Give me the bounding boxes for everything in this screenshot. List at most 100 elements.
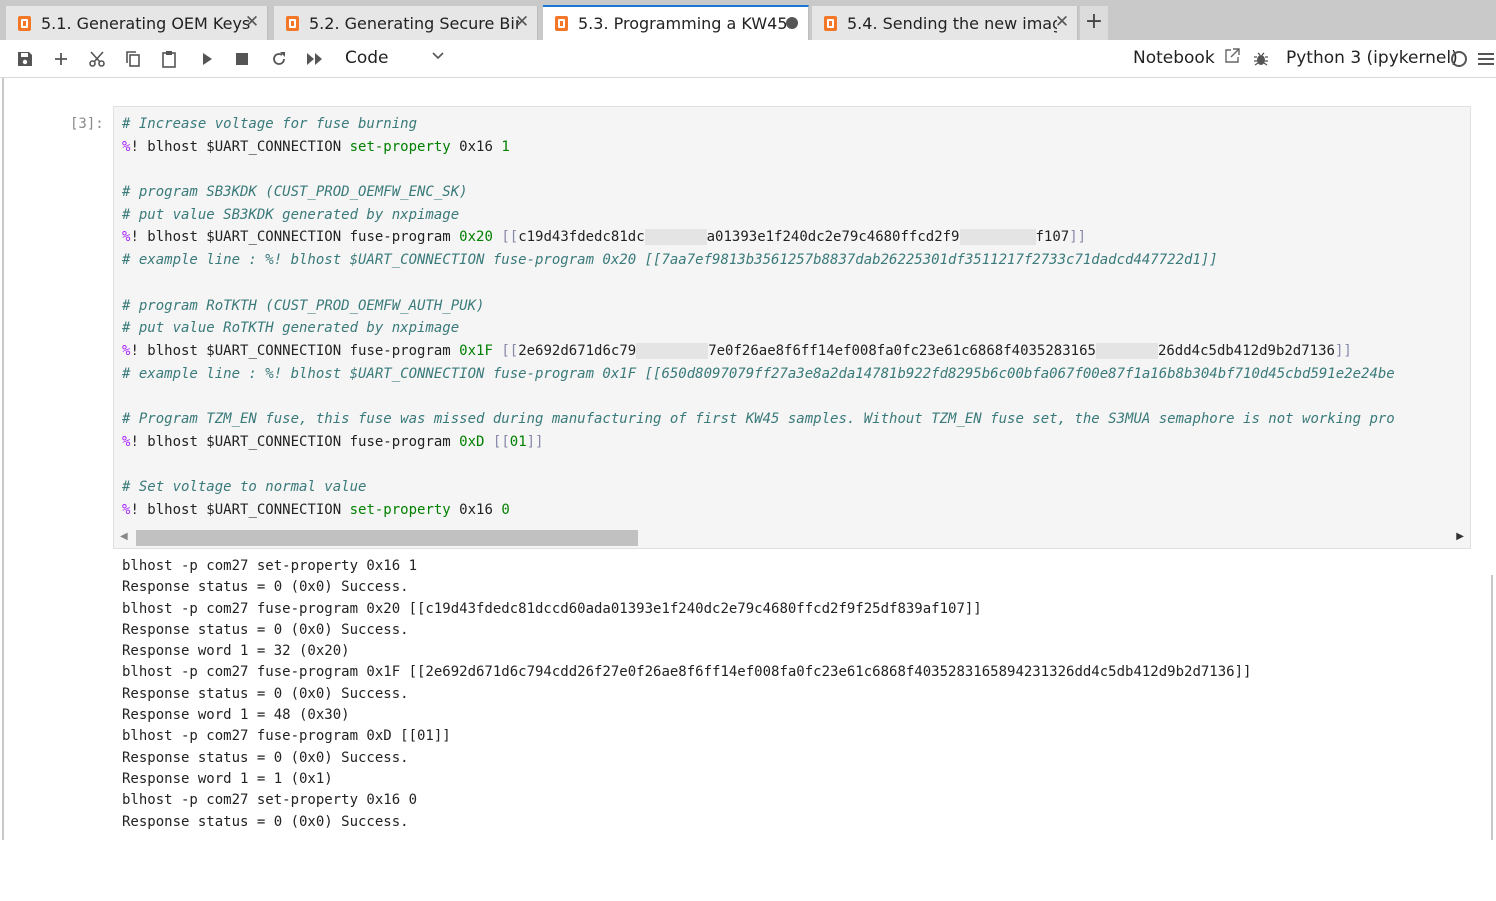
fuse-value: 2e692d671d6c79 — [518, 342, 637, 359]
kernel-status-icon — [1451, 51, 1467, 67]
notebook-label: Notebook — [1133, 48, 1215, 68]
code-line: # put value SB3KDK generated by nxpimage — [122, 204, 1395, 227]
code-line: # example line : %! blhost $UART_CONNECT… — [122, 363, 1395, 386]
tab-generating-oem-keys[interactable]: 5.1. Generating OEM Keys ✕ — [6, 6, 268, 40]
fuse-value: a01393e1f240dc2e79c4680ffcd2f9 — [706, 229, 960, 246]
code-command: ! blhost $UART_CONNECTION — [130, 138, 350, 155]
fuse-address: 0x1F — [459, 342, 493, 359]
close-icon[interactable]: ✕ — [243, 11, 261, 33]
horizontal-scrollbar[interactable]: ◀ ▶ — [114, 528, 1470, 548]
code-bracket: ]] — [526, 433, 544, 450]
code-keyword: set-property — [349, 138, 451, 155]
copy-icon[interactable] — [122, 48, 144, 70]
close-icon[interactable]: ✕ — [1053, 11, 1071, 33]
tab-label: 5.3. Programming a KW45 — [578, 14, 788, 33]
redacted-block — [959, 229, 1036, 246]
output-line: Response status = 0 (0x0) Success. — [122, 749, 409, 766]
code-bracket: [[ — [484, 433, 510, 450]
code-number: 1 — [501, 138, 510, 155]
code-bracket: ]] — [1069, 229, 1087, 246]
notebook-icon — [555, 16, 568, 31]
output-line: Response status = 0 (0x0) Success. — [122, 621, 409, 638]
redacted-block — [636, 342, 709, 359]
tab-sending-new-image[interactable]: 5.4. Sending the new imag ✕ — [812, 6, 1078, 40]
code-line: # program SB3KDK (CUST_PROD_OEMFW_ENC_SK… — [122, 181, 1395, 204]
code-command: ! blhost $UART_CONNECTION — [130, 501, 350, 518]
cell-output: blhost -p com27 set-property 0x16 1 Respo… — [122, 556, 1251, 833]
save-icon[interactable] — [14, 48, 36, 70]
fuse-value: 26dd4c5db412d9b2d7136 — [1157, 342, 1335, 359]
code-command: ! blhost $UART_CONNECTION fuse-program — [130, 433, 460, 450]
add-icon[interactable] — [50, 48, 72, 70]
code-comment: # program RoTKTH (CUST_PROD_OEMFW_AUTH_P… — [122, 297, 485, 314]
notebook-toolbar: Code Notebook Python 3 (ipykernel) — [0, 40, 1496, 78]
redacted-block — [644, 229, 707, 246]
close-icon[interactable]: ✕ — [513, 11, 531, 33]
bug-icon[interactable] — [1250, 48, 1272, 70]
tab-generating-secure-bin[interactable]: 5.2. Generating Secure Bin ✕ — [274, 6, 538, 40]
notebook-icon — [18, 15, 31, 31]
output-line: blhost -p com27 fuse-program 0x20 [[c19d… — [122, 600, 982, 617]
code-args: 0x16 — [450, 501, 502, 518]
code-line: %! blhost $UART_CONNECTION fuse-program … — [122, 226, 1395, 249]
open-notebook-link[interactable]: Notebook — [1133, 48, 1240, 68]
menu-icon[interactable] — [1478, 51, 1494, 65]
tab-label: 5.1. Generating OEM Keys — [41, 13, 251, 33]
code-line: %! blhost $UART_CONNECTION fuse-program … — [122, 431, 1395, 454]
code-line: # example line : %! blhost $UART_CONNECT… — [122, 249, 1395, 272]
cell-type-select[interactable]: Code — [345, 48, 389, 68]
code-lines: # Increase voltage for fuse burning %! bl… — [122, 113, 1395, 521]
code-comment: # put value SB3KDK generated by nxpimage — [122, 206, 460, 223]
scroll-left-icon[interactable]: ◀ — [120, 531, 128, 542]
scrollbar-thumb[interactable] — [136, 530, 638, 546]
code-comment: # put value RoTKTH generated by nxpimage — [122, 320, 460, 337]
notebook-icon — [824, 15, 837, 31]
notebook-right-border — [1491, 575, 1493, 840]
code-comment: # example line : %! blhost $UART_CONNECT… — [122, 252, 1218, 269]
code-command: ! blhost $UART_CONNECTION fuse-program — [130, 229, 460, 246]
code-comment: # program SB3KDK (CUST_PROD_OEMFW_ENC_SK… — [122, 184, 468, 201]
scroll-right-icon[interactable]: ▶ — [1456, 531, 1464, 542]
output-line: Response status = 0 (0x0) Success. — [122, 813, 409, 830]
restart-icon[interactable] — [268, 48, 290, 70]
code-line: %! blhost $UART_CONNECTION fuse-program … — [122, 340, 1395, 363]
code-line: # Increase voltage for fuse burning — [122, 113, 1395, 136]
tab-programming-kw45[interactable]: 5.3. Programming a KW45 — [543, 5, 809, 40]
tab-label: 5.4. Sending the new imag — [847, 13, 1057, 33]
tab-label: 5.2. Generating Secure Bin — [309, 13, 519, 33]
code-cell-editor[interactable]: # Increase voltage for fuse burning %! bl… — [113, 106, 1471, 549]
code-bracket: ]] — [1334, 342, 1352, 359]
fast-forward-icon[interactable] — [304, 48, 326, 70]
code-args: 0x16 — [450, 138, 502, 155]
output-line: blhost -p com27 fuse-program 0x1F [[2e69… — [122, 664, 1252, 681]
chevron-down-icon[interactable] — [432, 50, 444, 66]
fuse-value: 7e0f26ae8f6ff14ef008fa0fc23e61c6868f4035… — [708, 342, 1096, 359]
output-line: blhost -p com27 set-property 0x16 1 — [122, 558, 418, 574]
page-bottom — [0, 840, 1496, 901]
output-line: blhost -p com27 set-property 0x16 0 — [122, 792, 418, 809]
code-line: %! blhost $UART_CONNECTION set-property … — [122, 499, 1395, 522]
code-bracket: [[ — [492, 229, 519, 246]
fuse-value: f107 — [1035, 229, 1070, 246]
cut-icon[interactable] — [86, 48, 108, 70]
run-icon[interactable] — [196, 48, 218, 70]
redacted-block — [1095, 342, 1158, 359]
add-tab-button[interactable]: + — [1080, 6, 1108, 40]
code-line: # Program TZM_EN fuse, this fuse was mis… — [122, 408, 1395, 431]
stop-icon[interactable] — [231, 48, 253, 70]
output-line: blhost -p com27 fuse-program 0xD [[01]] — [122, 728, 451, 745]
kernel-name[interactable]: Python 3 (ipykernel) — [1286, 48, 1458, 68]
paste-icon[interactable] — [158, 48, 180, 70]
output-line: Response status = 0 (0x0) Success. — [122, 685, 409, 702]
code-number: 0 — [501, 501, 510, 518]
unsaved-dot-icon[interactable] — [786, 17, 798, 29]
output-line: Response word 1 = 1 (0x1) — [122, 770, 333, 787]
output-line: Response word 1 = 48 (0x30) — [122, 707, 350, 724]
fuse-address: 0x20 — [459, 229, 493, 246]
code-comment: # Increase voltage for fuse burning — [122, 116, 418, 132]
fuse-address: 0xD — [459, 433, 485, 450]
output-line: Response status = 0 (0x0) Success. — [122, 579, 409, 596]
code-comment: # Program TZM_EN fuse, this fuse was mis… — [122, 410, 1395, 427]
